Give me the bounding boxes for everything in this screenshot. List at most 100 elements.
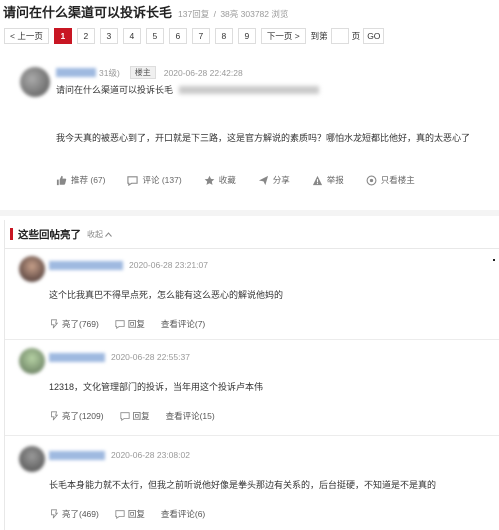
hot-replies-header: 这些回帖亮了 收起 bbox=[5, 222, 112, 246]
username-blurred[interactable] bbox=[56, 68, 96, 77]
original-post: 31级) 楼主 2020-06-28 22:42:28 请问在什么渠道可以投诉长… bbox=[16, 56, 499, 206]
reply-text: 长毛本身能力就不太行，但我之前听说他好像是拳头那边有关系的，后台挺硬，不知道是不… bbox=[49, 480, 437, 490]
avatar[interactable] bbox=[20, 67, 50, 97]
post-time: 2020-06-28 22:42:28 bbox=[163, 67, 243, 78]
page-unit-label: 页 bbox=[351, 31, 361, 41]
section-divider bbox=[0, 210, 499, 216]
page-button-2[interactable]: 2 bbox=[76, 28, 95, 44]
reply-button[interactable]: 回复 bbox=[115, 508, 145, 520]
reply-text: 这个比我真巴不得早点死，怎么能有这么恶心的解说他妈的 bbox=[49, 290, 284, 300]
recommend-button[interactable]: 推荐 (67) bbox=[56, 174, 105, 186]
page-button-4[interactable]: 4 bbox=[122, 28, 141, 44]
reply-time: 2020-06-28 22:55:37 bbox=[111, 352, 190, 362]
view-comments-label: 查看评论(15) bbox=[165, 411, 215, 421]
share-icon bbox=[258, 175, 268, 185]
reply-actions: 亮了(469) 回复 查看评论(6) bbox=[49, 508, 221, 520]
goto-label: 到第 bbox=[310, 31, 328, 41]
reply-separator bbox=[5, 435, 499, 436]
page-number-input[interactable] bbox=[330, 28, 349, 44]
reply-label: 回复 bbox=[127, 319, 145, 329]
reply-item: 2020-06-28 23:08:02 长毛本身能力就不太行，但我之前听说他好像… bbox=[5, 442, 499, 530]
hot-replies-section: 这些回帖亮了 收起 2020-06-28 23:21:07 这个比我真巴不得早点… bbox=[4, 220, 499, 530]
thumbs-up-icon bbox=[56, 175, 67, 185]
comment-icon bbox=[127, 175, 139, 186]
light-button[interactable]: 亮了(1209) bbox=[49, 410, 104, 422]
avatar[interactable] bbox=[19, 256, 45, 282]
page-button-9[interactable]: 9 bbox=[237, 28, 256, 44]
light-label: 亮了(469) bbox=[62, 509, 99, 519]
reply-text: 12318，文化管理部门的投诉，当年用这个投诉卢本伟 bbox=[49, 382, 264, 392]
username-blurred[interactable] bbox=[49, 352, 105, 362]
reply-button[interactable]: 回复 bbox=[115, 318, 145, 330]
reply-time: 2020-06-28 23:08:02 bbox=[111, 450, 190, 460]
op-subtitle-text: 请问在什么渠道可以投诉长毛 bbox=[56, 85, 174, 95]
light-icon bbox=[51, 411, 59, 421]
reply-label: 回复 bbox=[127, 509, 145, 519]
avatar[interactable] bbox=[19, 446, 45, 472]
star-icon bbox=[204, 175, 215, 185]
report-label: 举报 bbox=[326, 175, 344, 185]
page-button-7[interactable]: 7 bbox=[191, 28, 210, 44]
go-button[interactable]: GO bbox=[363, 28, 385, 44]
blurred-text bbox=[179, 85, 320, 94]
op-body: 我今天真的被恶心到了，开口就是下三路，这是官方解说的素质吗？哪怕水龙短都比他好，… bbox=[56, 133, 471, 143]
light-icon bbox=[51, 319, 59, 329]
light-icon bbox=[51, 509, 59, 519]
reply-separator bbox=[5, 339, 499, 340]
view-comments-label: 查看评论(7) bbox=[160, 319, 206, 329]
username-blurred[interactable] bbox=[49, 450, 105, 460]
reply-actions: 亮了(1209) 回复 查看评论(15) bbox=[49, 410, 231, 422]
page-button-8[interactable]: 8 bbox=[214, 28, 233, 44]
avatar[interactable] bbox=[19, 348, 45, 374]
light-button[interactable]: 亮了(469) bbox=[49, 508, 99, 520]
host-badge: 楼主 bbox=[129, 66, 156, 79]
pagination: < 上一页 1 2 3 4 5 6 7 8 9 下一页 > 到第 页 GO bbox=[4, 27, 385, 45]
page-button-6[interactable]: 6 bbox=[168, 28, 187, 44]
view-count: 38亮 303782 浏览 bbox=[220, 9, 289, 19]
light-button[interactable]: 亮了(769) bbox=[49, 318, 99, 330]
reply-icon bbox=[115, 510, 125, 519]
reply-item: 2020-06-28 23:21:07 这个比我真巴不得早点死，怎么能有这么恶心… bbox=[5, 252, 499, 336]
share-button[interactable]: 分享 bbox=[258, 174, 290, 186]
reply-meta: 2020-06-28 22:55:37 bbox=[49, 352, 190, 362]
report-button[interactable]: 举报 bbox=[312, 174, 344, 186]
reply-meta: 2020-06-28 23:08:02 bbox=[49, 450, 190, 460]
reply-icon bbox=[119, 412, 130, 421]
reply-icon bbox=[115, 320, 125, 329]
op-subtitle: 请问在什么渠道可以投诉长毛 bbox=[56, 83, 320, 96]
title-row: 请问在什么渠道可以投诉长毛 137回复 / 38亮 303782 浏览 bbox=[3, 2, 290, 22]
comment-label: 评论 (137) bbox=[142, 175, 182, 185]
username-blurred[interactable] bbox=[49, 260, 123, 270]
thread-stats: 137回复 / 38亮 303782 浏览 bbox=[178, 8, 290, 20]
header-separator bbox=[5, 248, 499, 249]
page-button-1[interactable]: 1 bbox=[53, 28, 72, 44]
op-meta: 31级) 楼主 2020-06-28 22:42:28 bbox=[56, 66, 243, 79]
reply-item: 2020-06-28 22:55:37 12318，文化管理部门的投诉，当年用这… bbox=[5, 344, 499, 432]
next-page-button[interactable]: 下一页 > bbox=[260, 28, 306, 44]
light-label: 亮了(769) bbox=[62, 319, 99, 329]
reply-button[interactable]: 回复 bbox=[119, 410, 150, 422]
only-host-label: 只看楼主 bbox=[380, 175, 415, 185]
prev-page-button[interactable]: < 上一页 bbox=[4, 28, 49, 44]
accent-bar bbox=[10, 228, 13, 240]
reply-time: 2020-06-28 23:21:07 bbox=[129, 260, 208, 270]
collapse-label: 收起 bbox=[87, 229, 103, 239]
light-label: 亮了(1209) bbox=[62, 411, 104, 421]
page-title: 请问在什么渠道可以投诉长毛 bbox=[3, 5, 173, 20]
reply-actions: 亮了(769) 回复 查看评论(7) bbox=[49, 318, 221, 330]
warning-icon bbox=[312, 175, 322, 185]
reply-count: 137回复 bbox=[178, 9, 210, 19]
view-comments-link[interactable]: 查看评论(6) bbox=[161, 508, 205, 520]
page-button-5[interactable]: 5 bbox=[145, 28, 164, 44]
comment-button[interactable]: 评论 (137) bbox=[127, 174, 182, 186]
favorite-button[interactable]: 收藏 bbox=[204, 174, 236, 186]
collapse-button[interactable]: 收起 bbox=[87, 229, 112, 240]
view-comments-link[interactable]: 查看评论(15) bbox=[166, 410, 215, 422]
page-button-3[interactable]: 3 bbox=[99, 28, 118, 44]
stats-separator: / bbox=[213, 9, 216, 19]
view-comments-link[interactable]: 查看评论(7) bbox=[161, 318, 205, 330]
user-level: 31级) bbox=[99, 67, 120, 78]
only-host-button[interactable]: 只看楼主 bbox=[366, 174, 415, 186]
op-actions: 推荐 (67) 评论 (137) 收藏 分享 举报 只看楼主 bbox=[56, 174, 437, 186]
reply-label: 回复 bbox=[132, 411, 150, 421]
